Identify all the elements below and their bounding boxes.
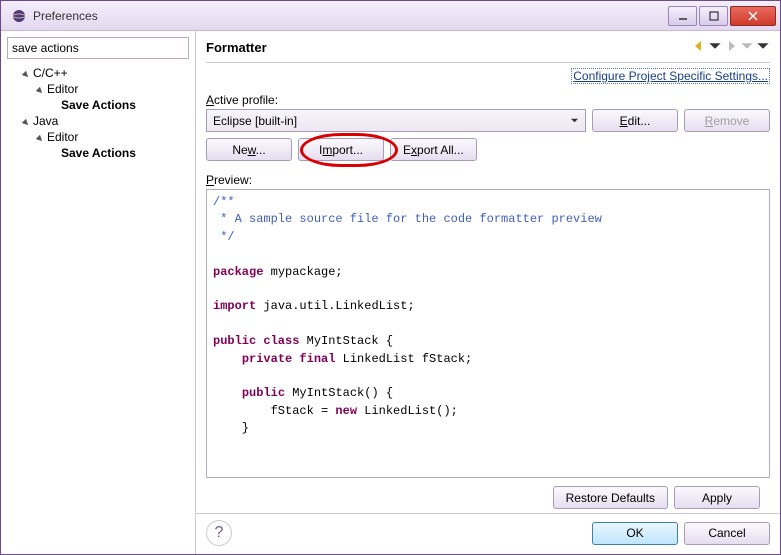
import-button[interactable]: Import...: [298, 138, 384, 161]
help-icon[interactable]: ?: [206, 520, 232, 546]
export-all-button[interactable]: Export All...: [390, 138, 477, 161]
ok-button[interactable]: OK: [592, 522, 678, 545]
eclipse-icon: [11, 8, 27, 24]
preferences-window: Preferences C/C++EditorSave ActionsJavaE…: [0, 0, 781, 555]
expand-icon[interactable]: [35, 85, 45, 95]
filter-input[interactable]: [7, 37, 189, 59]
window-title: Preferences: [33, 9, 666, 23]
active-profile-combo[interactable]: Eclipse [built-in]: [206, 109, 586, 132]
close-button[interactable]: [730, 6, 776, 26]
remove-button: Remove: [684, 109, 770, 132]
apply-button[interactable]: Apply: [674, 486, 760, 509]
page-title: Formatter: [206, 40, 692, 55]
back-icon[interactable]: [692, 39, 706, 56]
preferences-tree[interactable]: C/C++EditorSave ActionsJavaEditorSave Ac…: [7, 65, 189, 161]
maximize-button[interactable]: [699, 6, 728, 26]
expand-icon[interactable]: [35, 133, 45, 143]
new-button[interactable]: New...: [206, 138, 292, 161]
view-menu-icon[interactable]: [756, 39, 770, 56]
forward-menu-icon[interactable]: [740, 39, 754, 56]
forward-icon[interactable]: [724, 39, 738, 56]
tree-item[interactable]: Editor: [35, 81, 189, 97]
chevron-down-icon: [570, 114, 579, 128]
tree-item[interactable]: Save Actions: [49, 145, 189, 161]
restore-defaults-button[interactable]: Restore Defaults: [553, 486, 668, 509]
cancel-button[interactable]: Cancel: [684, 522, 770, 545]
tree-item[interactable]: C/C++: [21, 65, 189, 81]
preview-pane[interactable]: /** * A sample source file for the code …: [206, 189, 770, 478]
edit-button[interactable]: Edit...: [592, 109, 678, 132]
active-profile-label: Active profile:: [206, 93, 770, 107]
back-menu-icon[interactable]: [708, 39, 722, 56]
sidebar: C/C++EditorSave ActionsJavaEditorSave Ac…: [1, 31, 196, 554]
tree-item[interactable]: Save Actions: [49, 97, 189, 113]
preview-label: Preview:: [206, 173, 770, 187]
expand-icon[interactable]: [21, 117, 31, 127]
tree-item[interactable]: Java: [21, 113, 189, 129]
minimize-button[interactable]: [668, 6, 697, 26]
titlebar[interactable]: Preferences: [1, 1, 780, 31]
tree-item[interactable]: Editor: [35, 129, 189, 145]
expand-icon[interactable]: [21, 69, 31, 79]
configure-project-specific-link[interactable]: Configure Project Specific Settings...: [571, 68, 770, 84]
